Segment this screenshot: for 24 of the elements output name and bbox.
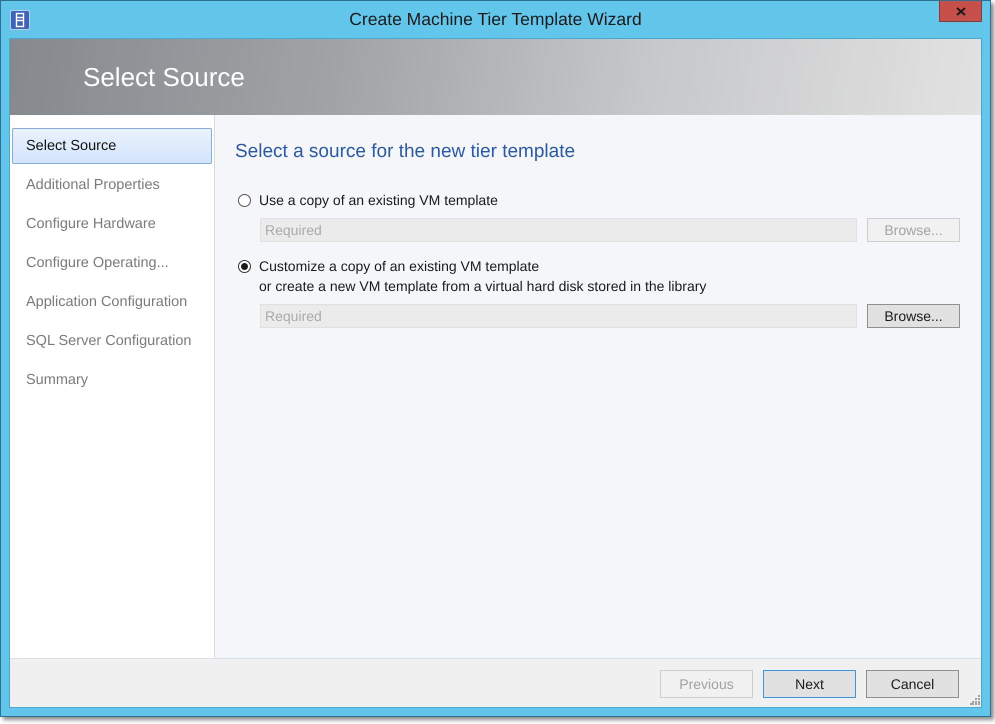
radio-button[interactable]: [238, 260, 251, 273]
page-title: Select Source: [83, 62, 245, 92]
wizard-button[interactable]: Cancel: [866, 670, 959, 698]
wizard-step[interactable]: Configure Hardware: [12, 206, 212, 242]
resize-grip-icon[interactable]: [970, 695, 980, 705]
wizard-step[interactable]: SQL Server Configuration: [12, 323, 212, 359]
radio-button[interactable]: [238, 194, 251, 207]
wizard-step[interactable]: Additional Properties: [12, 167, 212, 203]
source-field[interactable]: Required: [260, 304, 857, 328]
wizard-step[interactable]: Application Configuration: [12, 284, 212, 320]
wizard-step[interactable]: Select Source: [12, 128, 212, 164]
window-title: Create Machine Tier Template Wizard: [349, 9, 642, 30]
wizard-step[interactable]: Configure Operating...: [12, 245, 212, 281]
option-label: Use a copy of an existing VM template: [259, 191, 498, 210]
source-field[interactable]: Required: [260, 218, 857, 242]
browse-button[interactable]: Browse...: [867, 304, 960, 328]
option-label: Customize a copy of an existing VM template: [259, 257, 540, 276]
close-icon: [956, 6, 966, 16]
window-icon[interactable]: [10, 10, 30, 30]
section-heading: Select a source for the new tier template: [235, 140, 576, 164]
close-button[interactable]: [939, 1, 982, 22]
wizard-step[interactable]: Summary: [12, 362, 212, 398]
option-detail: or create a new VM template from a virtual hard disk stored in the library: [259, 277, 706, 296]
wizard-button[interactable]: Next: [763, 670, 856, 698]
